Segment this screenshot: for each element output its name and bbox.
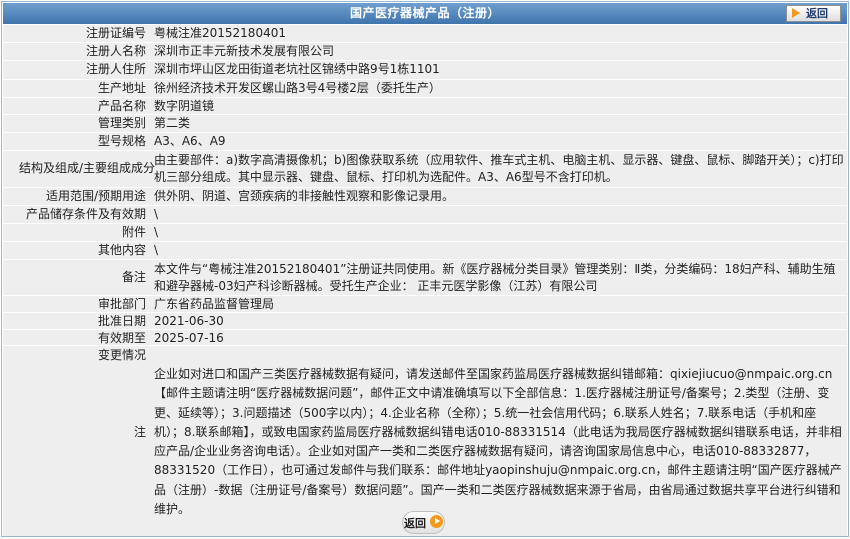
field-row-reg-no: 注册证编号 粤械注准20152180401 <box>3 24 847 42</box>
arrow-right-icon <box>430 515 443 528</box>
detail-panel: 国产医疗器械产品（注册） 返回 注册证编号 粤械注准20152180401 注册… <box>1 1 849 537</box>
field-row-storage: 产品储存条件及有效期 \ <box>3 205 847 223</box>
field-label: 产品名称 <box>97 99 146 113</box>
field-value: 第二类 <box>154 116 191 130</box>
page-title: 国产医疗器械产品（注册） <box>349 6 500 20</box>
field-value: \ <box>154 207 159 221</box>
field-row-remarks: 备注 本文件与“粤械注准20152180401”注册证共同使用。新《医疗器械分类… <box>3 259 847 295</box>
field-row-attachment: 附件 \ <box>3 223 847 241</box>
field-row-other: 其他内容 \ <box>3 241 847 259</box>
field-value: 广东省药品监督管理局 <box>154 297 275 311</box>
field-label: 产品储存条件及有效期 <box>25 207 146 221</box>
field-label: 审批部门 <box>97 297 146 311</box>
title-bar: 国产医疗器械产品（注册） 返回 <box>3 3 847 25</box>
field-row-approval-date: 批准日期 2021-06-30 <box>3 312 847 329</box>
field-value: A3、A6、A9 <box>154 134 226 148</box>
field-value: \ <box>154 225 159 239</box>
field-value: 数字阴道镜 <box>154 99 215 113</box>
note-text: 企业如对进口和国产三类医疗器械数据有疑问，请发送邮件至国家药监局医疗器械数据纠错… <box>154 367 842 517</box>
field-row-scope: 适用范围/预期用途 供外阴、阴道、宫颈疾病的非接触性观察和影像记录用。 <box>3 187 847 205</box>
field-label: 适用范围/预期用途 <box>45 189 146 203</box>
field-row-valid-until: 有效期至 2025-07-16 <box>3 329 847 346</box>
field-value: 由主要部件：a)数字高清摄像机；b)图像获取系统（应用软件、推车式主机、电脑主机… <box>154 153 844 184</box>
field-label: 生产地址 <box>97 81 146 95</box>
notes-section: 变更情况 注 企业如对进口和国产三类医疗器械数据有疑问，请发送邮件至国家药监局医… <box>3 345 847 536</box>
note-label: 注 <box>133 425 146 439</box>
field-label: 结构及组成/主要组成成分 <box>18 161 155 175</box>
back-label: 返回 <box>806 7 828 20</box>
back-label: 返回 <box>404 517 426 530</box>
field-label: 附件 <box>121 225 146 239</box>
field-row-category: 管理类别 第二类 <box>3 114 847 132</box>
field-label: 注册人住所 <box>85 62 146 76</box>
field-label: 备注 <box>121 270 146 284</box>
field-label: 其他内容 <box>97 243 146 257</box>
field-label: 管理类别 <box>97 116 146 130</box>
field-value: 粤械注准20152180401 <box>154 26 286 40</box>
field-row-authority: 审批部门 广东省药品监督管理局 <box>3 295 847 312</box>
field-row-registrant: 注册人名称 深圳市正丰元新技术发展有限公司 <box>3 42 847 60</box>
field-row-prod-address: 生产地址 徐州经济技术开发区螺山路3号4号楼2层（委托生产） <box>3 79 847 97</box>
back-button-top[interactable]: 返回 <box>786 5 841 22</box>
field-row-structure: 结构及组成/主要组成成分 由主要部件：a)数字高清摄像机；b)图像获取系统（应用… <box>3 150 847 187</box>
field-row-product-name: 产品名称 数字阴道镜 <box>3 97 847 114</box>
field-label: 注册人名称 <box>85 44 146 58</box>
field-value: 本文件与“粤械注准20152180401”注册证共同使用。新《医疗器械分类目录》… <box>154 262 836 293</box>
field-row-model: 型号规格 A3、A6、A9 <box>3 132 847 150</box>
field-row-address: 注册人住所 深圳市坪山区龙田街道老坑社区锦绣中路9号1栋1101 <box>3 60 847 79</box>
field-value: 2021-06-30 <box>154 314 224 328</box>
field-value: 深圳市坪山区龙田街道老坑社区锦绣中路9号1栋1101 <box>154 62 440 76</box>
field-value: \ <box>154 243 159 257</box>
field-value: 深圳市正丰元新技术发展有限公司 <box>154 44 335 58</box>
arrow-right-icon <box>792 8 800 18</box>
field-label: 型号规格 <box>97 134 146 148</box>
field-label: 批准日期 <box>97 314 146 328</box>
field-value: 徐州经济技术开发区螺山路3号4号楼2层（委托生产） <box>154 81 441 95</box>
change-label: 变更情况 <box>97 348 146 362</box>
back-button-bottom[interactable]: 返回 <box>402 511 445 534</box>
field-value: 供外阴、阴道、宫颈疾病的非接触性观察和影像记录用。 <box>154 189 455 203</box>
field-label: 注册证编号 <box>85 26 146 40</box>
